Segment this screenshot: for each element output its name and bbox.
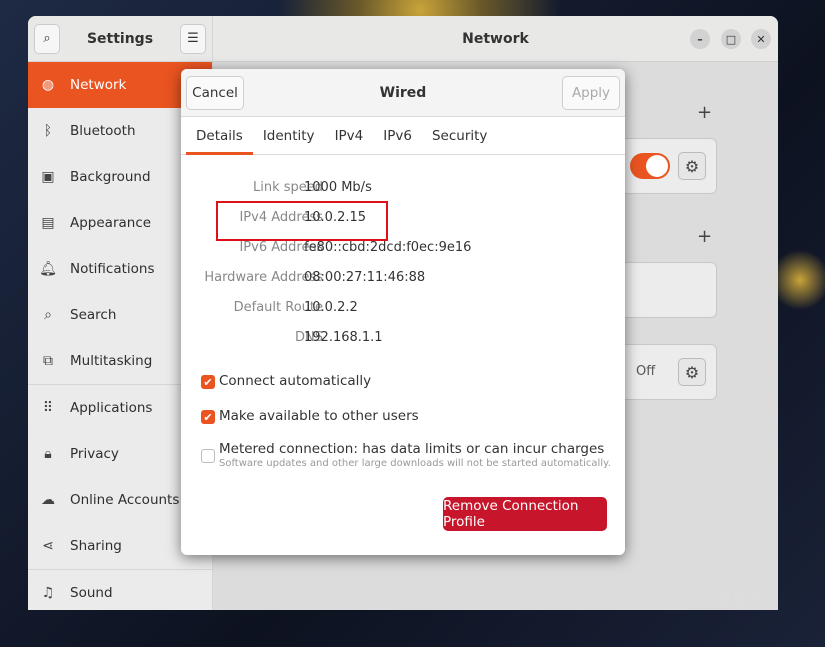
tab-identity[interactable]: Identity bbox=[253, 117, 325, 154]
maximize-button[interactable]: □ bbox=[721, 29, 741, 49]
proxy-row: Off ⚙ bbox=[613, 344, 717, 400]
sidebar-item-label: Sound bbox=[70, 585, 113, 601]
detail-row: Default Route 10.0.2.2 bbox=[181, 300, 625, 320]
checkbox-label: Make available to other users bbox=[219, 408, 419, 424]
connect-automatically-checkbox[interactable]: ✔ Connect automatically bbox=[201, 373, 371, 389]
appearance-icon: ▤ bbox=[41, 215, 55, 231]
proxy-state: Off bbox=[636, 364, 656, 379]
tab-ipv6[interactable]: IPv6 bbox=[373, 117, 422, 154]
sidebar-item-sound[interactable]: ♫ Sound bbox=[28, 570, 212, 610]
apply-button[interactable]: Apply bbox=[562, 76, 620, 110]
detail-value: fe80::cbd:2dcd:f0ec:9e16 bbox=[304, 240, 472, 255]
dialog-title: Wired bbox=[379, 84, 427, 101]
lock-icon: 🔒︎ bbox=[44, 446, 52, 462]
sidebar-item-label: Applications bbox=[70, 400, 153, 416]
network-icon: ◍ bbox=[41, 77, 55, 93]
ipv4-highlight-box bbox=[216, 201, 388, 241]
detail-value: 1000 Mb/s bbox=[304, 180, 372, 195]
checkbox-label: Connect automatically bbox=[219, 373, 372, 389]
vpn-row bbox=[613, 262, 717, 318]
sidebar-item-label: Bluetooth bbox=[70, 123, 136, 139]
search-icon: ⌕ bbox=[44, 307, 52, 323]
detail-value: 192.168.1.1 bbox=[304, 330, 383, 345]
detail-row: DNS 192.168.1.1 bbox=[181, 330, 625, 350]
tab-bar: Details Identity IPv4 IPv6 Security bbox=[181, 117, 625, 155]
hamburger-icon: ☰ bbox=[187, 31, 199, 46]
cancel-button[interactable]: Cancel bbox=[186, 76, 244, 110]
tab-details[interactable]: Details bbox=[186, 117, 253, 155]
bell-icon: 🔔︎ bbox=[39, 261, 57, 277]
menu-button[interactable]: ☰ bbox=[180, 23, 206, 54]
music-icon: ♫ bbox=[41, 585, 55, 601]
detail-value: 10.0.2.2 bbox=[304, 300, 358, 315]
share-icon: ⋖ bbox=[42, 538, 54, 554]
checkmark-icon: ✔ bbox=[201, 410, 215, 424]
xda-watermark: XDA bbox=[716, 588, 767, 612]
detail-value: 08:00:27:11:46:88 bbox=[304, 270, 426, 285]
available-to-all-checkbox[interactable]: ✔ Make available to other users bbox=[201, 408, 419, 424]
sidebar-item-label: Appearance bbox=[70, 215, 152, 231]
add-wired-button[interactable]: + bbox=[697, 102, 712, 123]
close-button[interactable]: ✕ bbox=[751, 29, 771, 49]
detail-row: Link speed 1000 Mb/s bbox=[181, 180, 625, 200]
sidebar-header: ⌕ Settings ☰ bbox=[28, 16, 212, 62]
metered-checkbox[interactable]: Metered connection: has data limits or c… bbox=[201, 441, 611, 469]
sidebar-title: Settings bbox=[86, 30, 154, 47]
tab-ipv4[interactable]: IPv4 bbox=[325, 117, 374, 154]
minimize-button[interactable]: – bbox=[690, 29, 710, 49]
sidebar-item-label: Network bbox=[70, 77, 127, 93]
wired-dialog: Cancel Wired Apply Details Identity IPv4 IP… bbox=[181, 69, 625, 555]
bluetooth-icon: ᛒ bbox=[43, 123, 53, 139]
checkmark-icon: ✔ bbox=[201, 375, 215, 389]
search-icon: ⌕ bbox=[43, 31, 51, 46]
page-title: Network bbox=[462, 30, 529, 47]
tab-security[interactable]: Security bbox=[422, 117, 497, 154]
multitasking-icon: ⧉ bbox=[43, 353, 53, 369]
wired-toggle[interactable] bbox=[630, 153, 670, 179]
background-icon: ▣ bbox=[41, 169, 55, 185]
gear-icon[interactable]: ⚙ bbox=[678, 358, 706, 386]
sidebar-item-label: Multitasking bbox=[70, 353, 153, 369]
checkbox-box bbox=[201, 449, 215, 463]
checkbox-sublabel: Software updates and other large downloa… bbox=[219, 458, 611, 469]
dialog-header: Cancel Wired Apply bbox=[181, 69, 625, 117]
sidebar-item-label: Background bbox=[70, 169, 151, 185]
checkbox-label: Metered connection: has data limits or c… bbox=[219, 441, 605, 457]
search-button[interactable]: ⌕ bbox=[34, 23, 60, 54]
detail-row: IPv6 Address fe80::cbd:2dcd:f0ec:9e16 bbox=[181, 240, 625, 260]
wired-connection-row: ⚙ bbox=[613, 138, 717, 194]
applications-icon: ⠿ bbox=[42, 400, 54, 416]
add-vpn-button[interactable]: + bbox=[697, 226, 712, 247]
cloud-icon: ☁ bbox=[41, 492, 55, 508]
detail-row: Hardware Address 08:00:27:11:46:88 bbox=[181, 270, 625, 290]
sidebar-item-label: Sharing bbox=[70, 538, 122, 554]
gear-icon[interactable]: ⚙ bbox=[678, 152, 706, 180]
sidebar-item-label: Search bbox=[70, 307, 117, 323]
remove-connection-button[interactable]: Remove Connection Profile bbox=[443, 497, 607, 531]
sidebar-item-label: Online Accounts bbox=[70, 492, 180, 508]
sidebar-item-label: Privacy bbox=[70, 446, 119, 462]
sidebar-item-label: Notifications bbox=[70, 261, 155, 277]
header-bar: Network – □ ✕ bbox=[213, 16, 778, 62]
